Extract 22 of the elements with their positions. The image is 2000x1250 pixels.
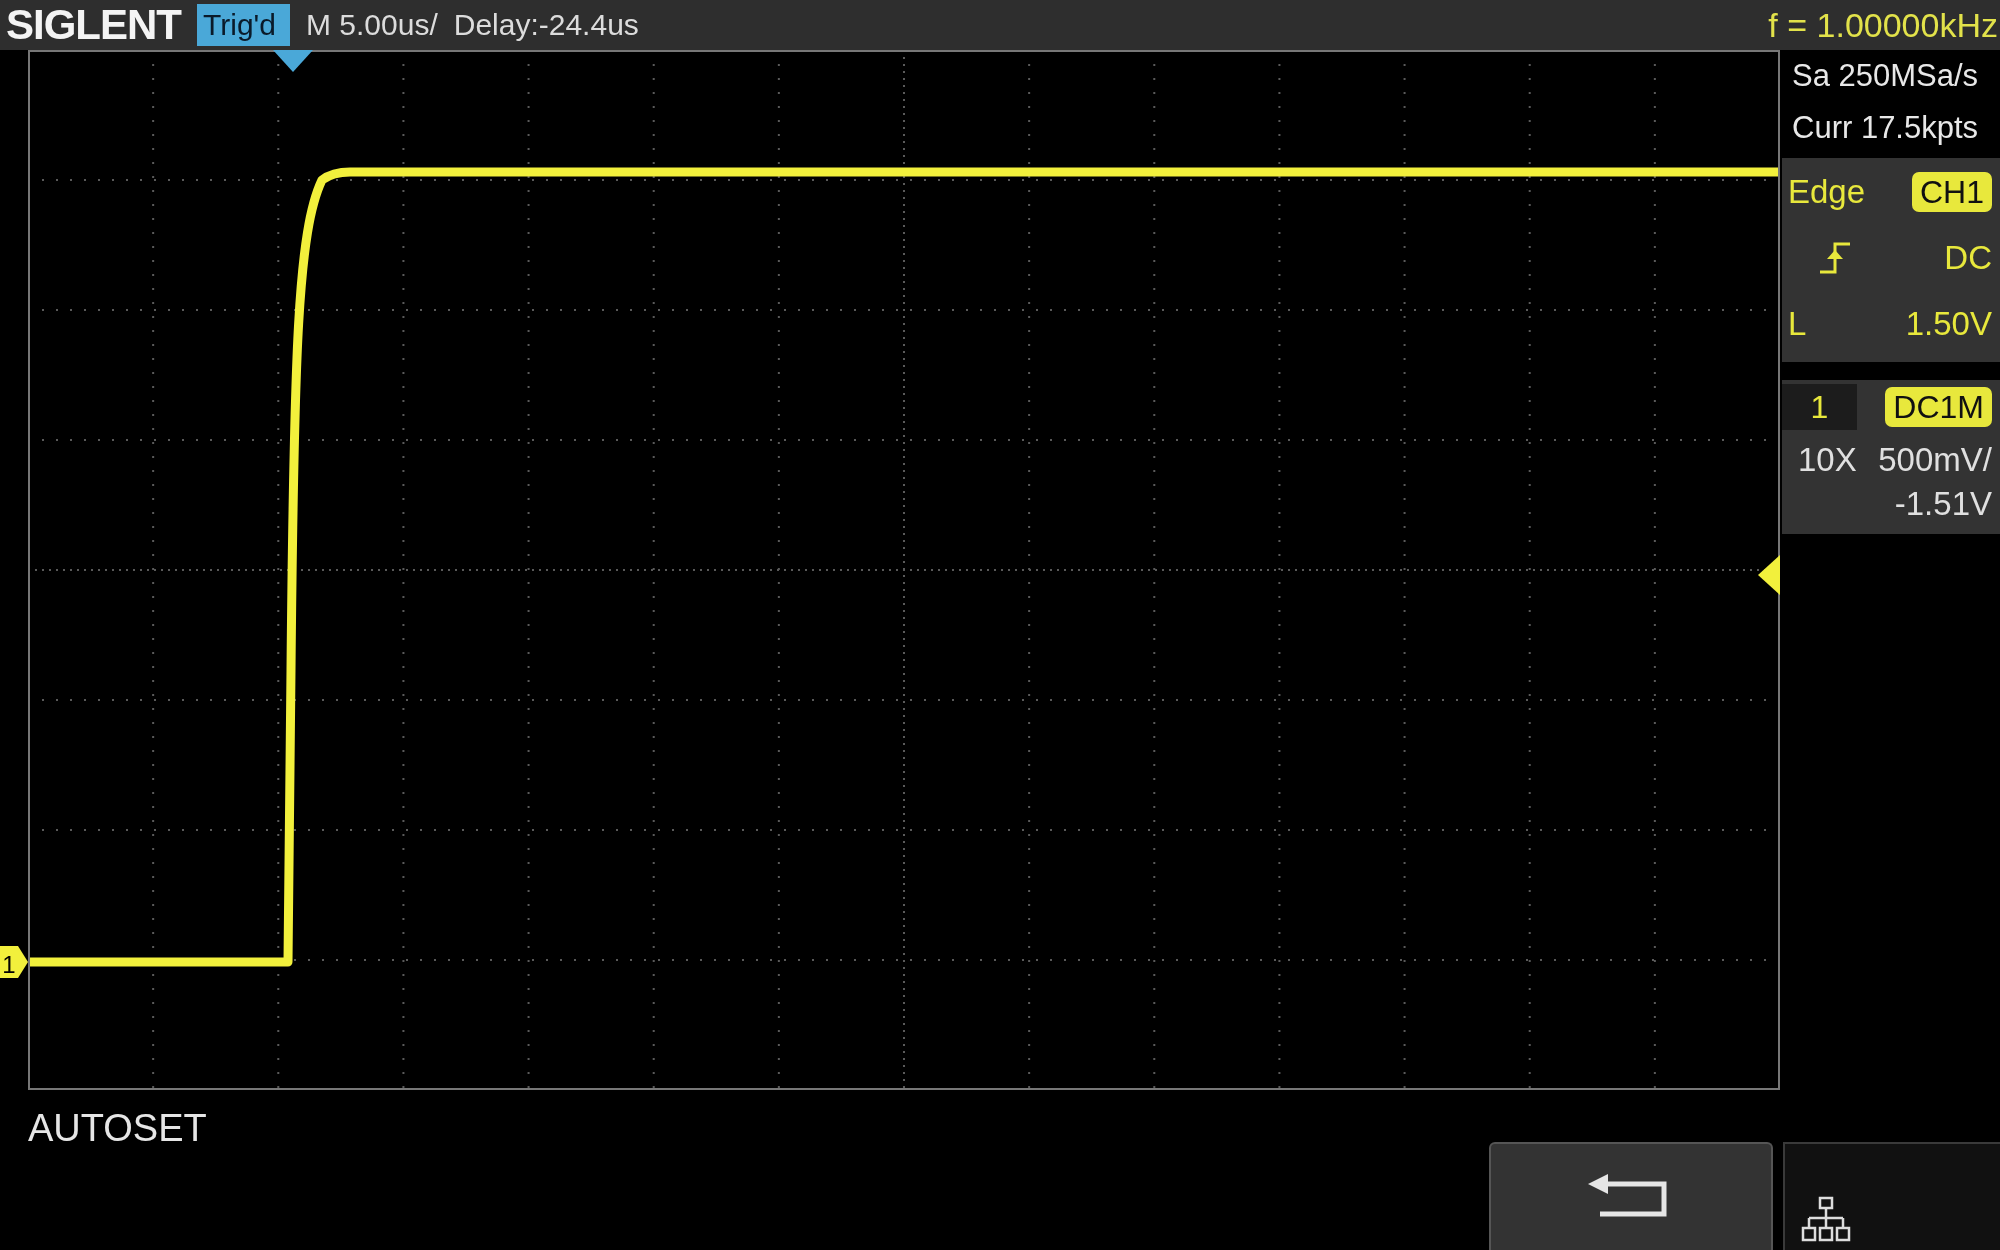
sample-rate-text: Sa 250MSa/s bbox=[1791, 57, 1980, 95]
frequency-readout: f = 1.00000kHz bbox=[1768, 5, 1999, 45]
vertical-scale-text: 500mV/ bbox=[1878, 440, 1992, 480]
trigger-coupling-text: DC bbox=[1944, 238, 1992, 278]
timebase-text: M 5.00us/ bbox=[306, 7, 438, 43]
vertical-offset-text: -1.51V bbox=[1894, 484, 1992, 524]
trigger-status-badge: Trig'd bbox=[197, 4, 290, 46]
channel-coupling-badge: DC1M bbox=[1885, 387, 1992, 427]
trigger-level-marker bbox=[1758, 555, 1780, 595]
trigger-source-badge: CH1 bbox=[1912, 172, 1992, 212]
trigger-level-value: 1.50V bbox=[1905, 304, 1992, 344]
network-icon bbox=[1801, 1196, 1851, 1242]
back-button[interactable] bbox=[1489, 1142, 1773, 1250]
delay-text: Delay:-24.4us bbox=[453, 7, 639, 43]
brand-logo: SIGLENT bbox=[6, 2, 181, 48]
channel-number-tab[interactable]: 1 bbox=[1782, 384, 1857, 430]
autoset-message: AUTOSET bbox=[27, 1106, 207, 1151]
probe-attenuation-text: 10X bbox=[1798, 440, 1857, 480]
trigger-level-label: L bbox=[1788, 304, 1807, 344]
channel-marker: 1 bbox=[0, 946, 28, 978]
memory-depth-text: Curr 17.5kpts bbox=[1791, 109, 1980, 147]
trigger-type-text: Edge bbox=[1788, 172, 1866, 212]
